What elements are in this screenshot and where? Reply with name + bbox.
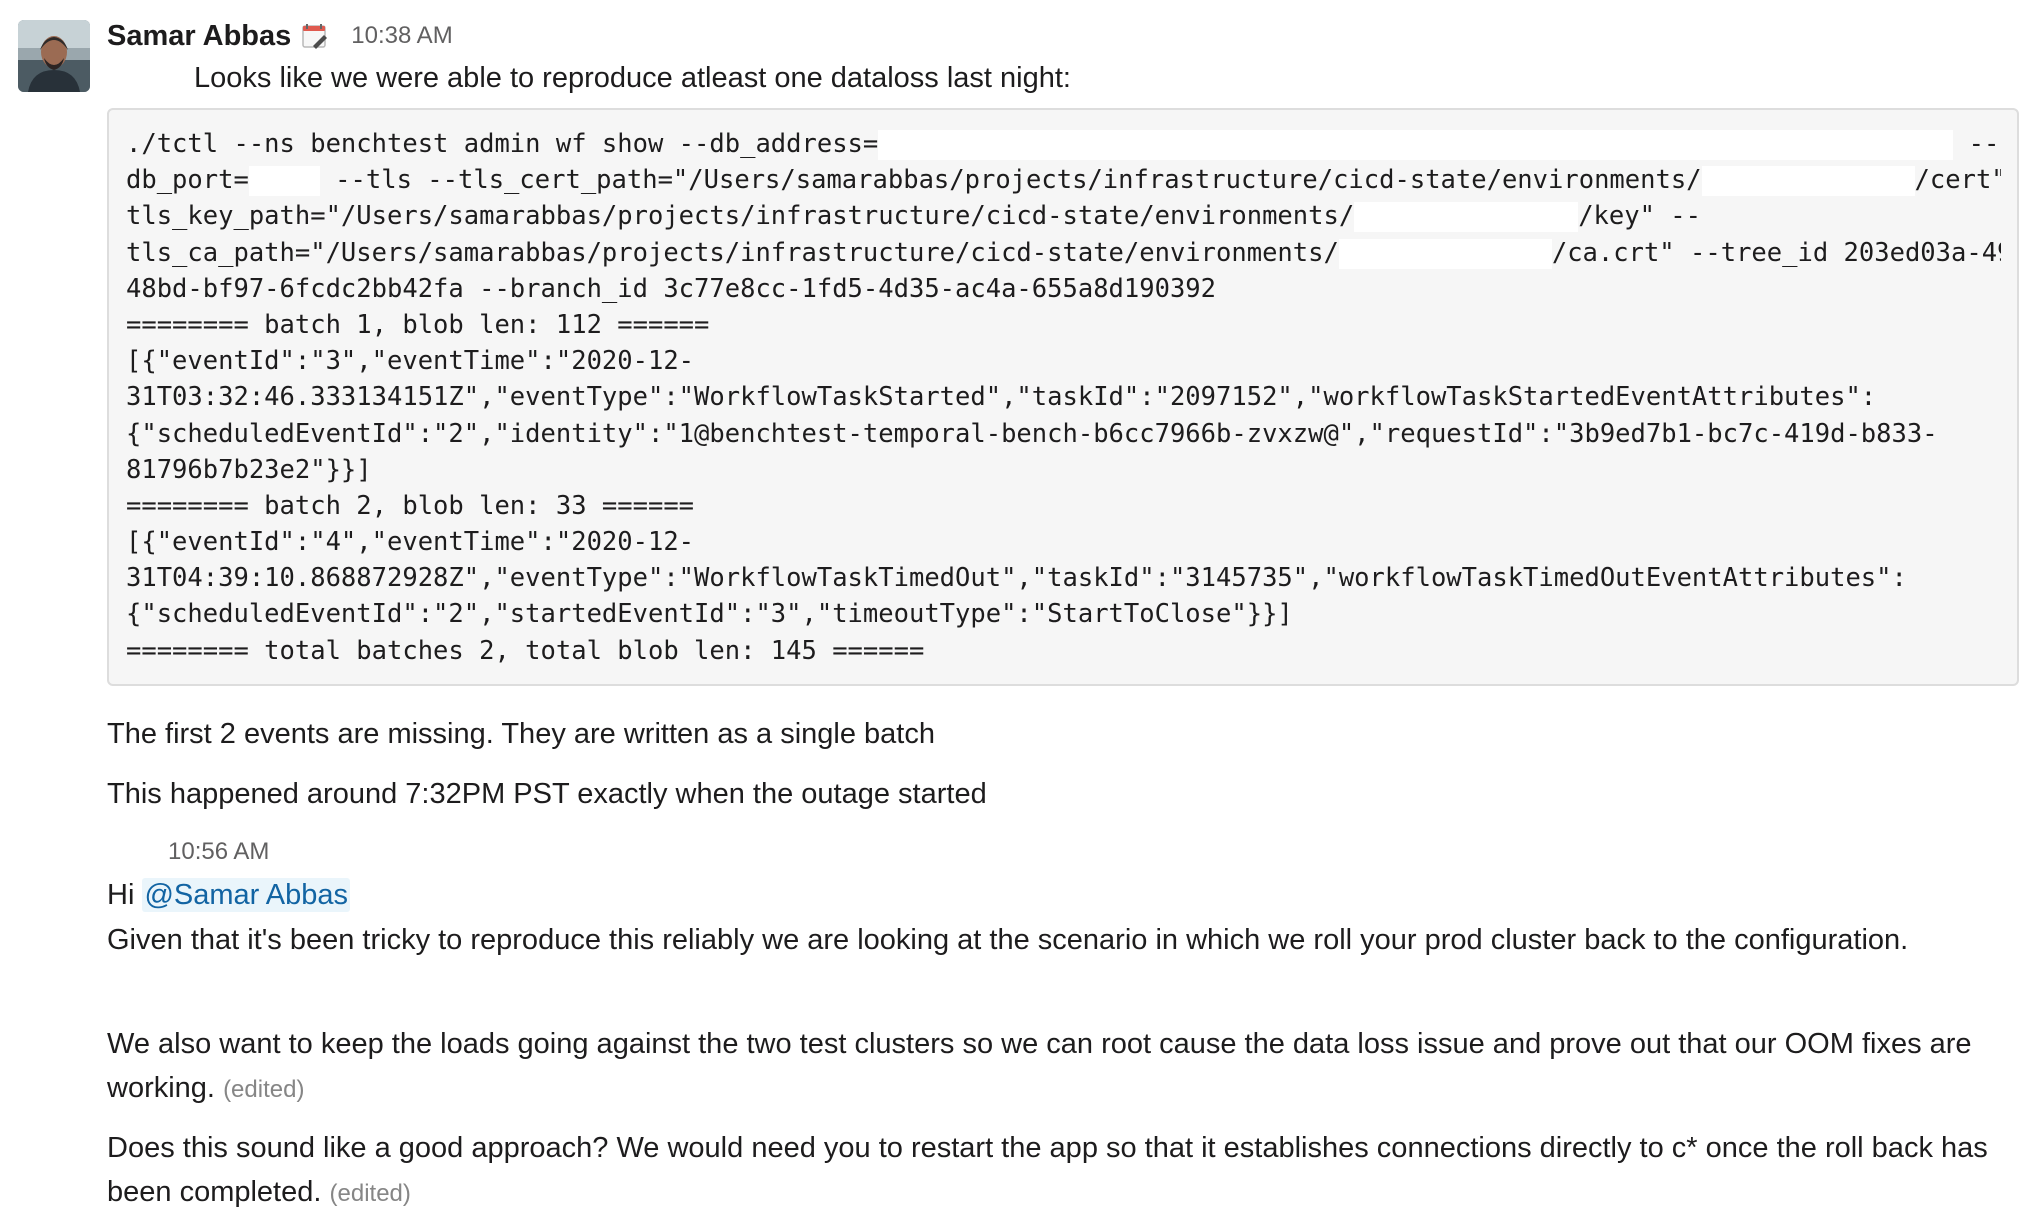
- message-paragraph: Does this sound like a good approach? We…: [107, 1126, 2019, 1216]
- sender-avatar[interactable]: [18, 20, 90, 92]
- code-text: --tls --tls_cert_path="/Users/samarabbas…: [319, 165, 1702, 196]
- code-line: tls_key_path="/Users/samarabbas/projects…: [126, 198, 2001, 234]
- code-text: tls_ca_path="/Users/samarabbas/projects/…: [126, 237, 1339, 268]
- user-mention[interactable]: @Samar Abbas: [142, 878, 350, 912]
- code-line: {"scheduledEventId":"2","identity":"1@be…: [126, 418, 1938, 449]
- paragraph-text: We also want to keep the loads going aga…: [107, 1028, 1972, 1104]
- message-header: Samar Abbas 10:38 AM: [107, 16, 453, 56]
- code-line: 48bd-bf97-6fcdc2bb42fa --branch_id 3c77e…: [126, 273, 1217, 304]
- code-text: --: [1953, 129, 2000, 159]
- code-text: db_port=: [126, 165, 249, 196]
- code-line: 31T04:39:10.868872928Z","eventType":"Wor…: [126, 563, 1907, 594]
- code-line: tls_ca_path="/Users/samarabbas/projects/…: [126, 235, 2001, 271]
- code-text: /key" --: [1578, 201, 1702, 232]
- code-text: /cert" --: [1914, 165, 2001, 196]
- message-paragraph: Given that it's been tricky to reproduce…: [107, 924, 1909, 956]
- code-line: db_port= --tls --tls_cert_path="/Users/s…: [126, 162, 2001, 198]
- sender-name[interactable]: Samar Abbas: [107, 20, 291, 53]
- message-paragraph: We also want to keep the loads going aga…: [107, 1022, 2019, 1112]
- redaction-mask: [1354, 202, 1579, 233]
- message-timestamp[interactable]: 10:56 AM: [168, 838, 269, 866]
- message-timestamp[interactable]: 10:38 AM: [351, 22, 452, 50]
- redaction-mask: [1338, 238, 1552, 269]
- edited-label: (edited): [223, 1076, 305, 1103]
- redaction-mask: [1701, 166, 1915, 197]
- code-line: ./tctl --ns benchtest admin wf show --db…: [126, 126, 2001, 162]
- code-line: 31T03:32:46.333134151Z","eventType":"Wor…: [126, 382, 1877, 413]
- message-intro-text: Looks like we were able to reproduce atl…: [194, 62, 1071, 94]
- code-line: {"scheduledEventId":"2","startedEventId"…: [126, 599, 1293, 630]
- greeting-text: Hi: [107, 879, 143, 911]
- code-line: ======== total batches 2, total blob len…: [126, 635, 925, 666]
- code-text: tls_key_path="/Users/samarabbas/projects…: [126, 201, 1355, 232]
- code-line: ======== batch 1, blob len: 112 ======: [126, 309, 710, 340]
- redaction-mask: [878, 130, 1954, 160]
- code-text: /ca.crt" --tree_id 203ed03a-4901-: [1551, 237, 2001, 268]
- code-text: ./tctl --ns benchtest admin wf show --db…: [126, 129, 879, 159]
- code-line: [{"eventId":"4","eventTime":"2020-12-: [126, 527, 695, 558]
- code-line: ======== batch 2, blob len: 33 ======: [126, 490, 695, 521]
- message-greeting: Hi @Samar Abbas: [107, 873, 2019, 917]
- code-line: 81796b7b23e2"}}]: [126, 454, 372, 485]
- code-block: ./tctl --ns benchtest admin wf show --db…: [107, 108, 2019, 686]
- redaction-mask: [248, 166, 320, 197]
- code-line: [{"eventId":"3","eventTime":"2020-12-: [126, 346, 695, 377]
- message-text: The first 2 events are missing. They are…: [107, 718, 935, 750]
- avatar-photo: [18, 20, 90, 92]
- message-text: This happened around 7:32PM PST exactly …: [107, 778, 987, 810]
- edited-label: (edited): [329, 1180, 411, 1207]
- calendar-memo-icon: [299, 21, 329, 51]
